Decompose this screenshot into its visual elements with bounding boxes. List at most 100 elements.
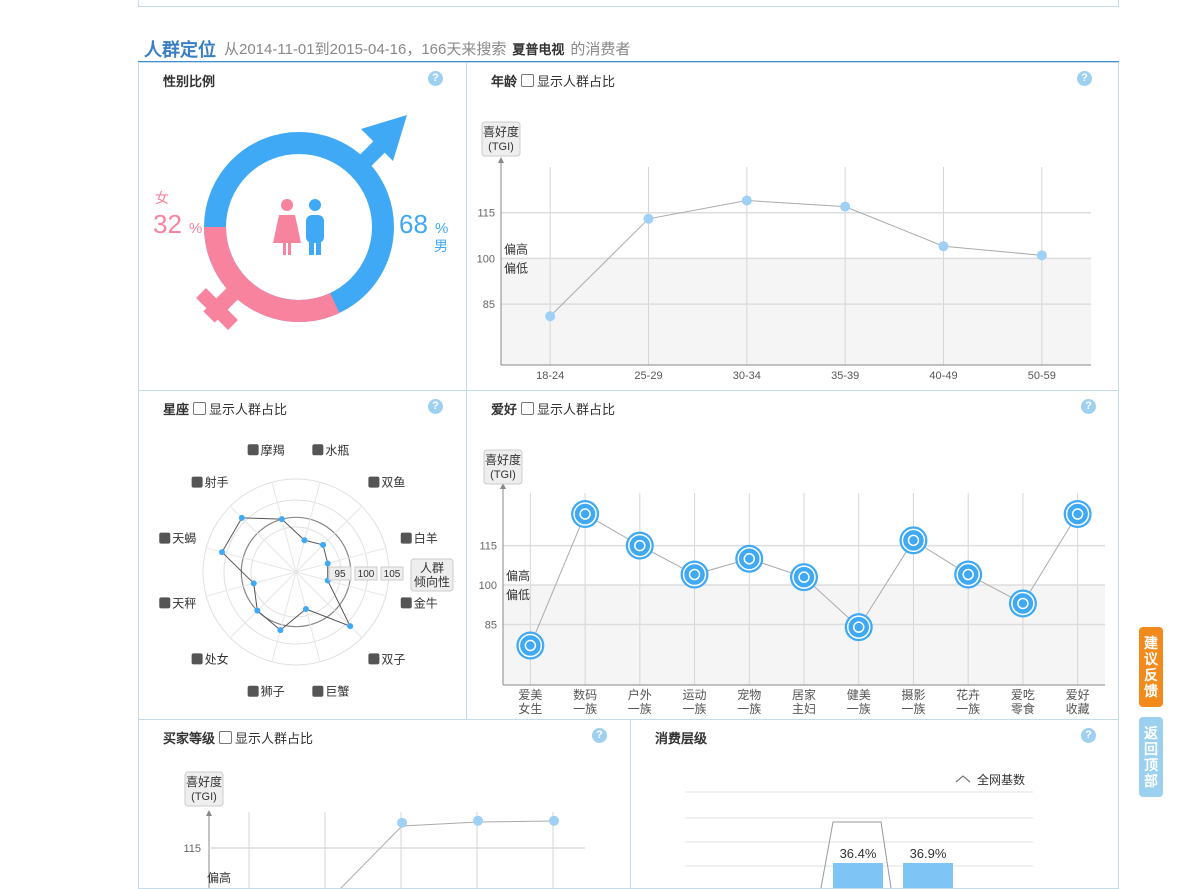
tgi-label-line2: (TGI) xyxy=(490,469,516,481)
radar-point xyxy=(277,627,284,634)
legend-label: 全网基数 xyxy=(977,772,1025,787)
bar-value: 36.4% xyxy=(840,846,877,861)
zodiac-sign-icon xyxy=(159,597,171,609)
y-axis-arrow xyxy=(498,157,504,163)
x-tick-label: 爱美 xyxy=(518,688,542,702)
female-unit: % xyxy=(189,220,202,237)
x-tick-label: 健美 xyxy=(847,688,871,702)
data-point xyxy=(844,613,873,642)
consume-chart: 全网基数 36.4% 36.9% xyxy=(685,772,1033,888)
data-point xyxy=(549,815,559,826)
age-chart: 85 100 115 喜好度 (TGI) 偏高偏低 18-24 25-29 30-34 35-39… xyxy=(477,121,1091,382)
male-figure-leg-icon xyxy=(309,241,314,255)
buyer-panel: 买家等级 显示人群占比 ? 喜好度 (TGI) 115 偏高 xyxy=(138,719,632,889)
y-tick-label: 100 xyxy=(479,580,497,592)
tgi-label-line1: 喜好度 xyxy=(186,774,222,789)
x-tick-label: 收藏 xyxy=(1066,702,1090,716)
data-point xyxy=(545,311,556,322)
section-title: 人群定位 xyxy=(144,40,216,60)
x-tick-label: 宠物 xyxy=(737,687,761,702)
x-tick-label: 30-34 xyxy=(733,370,761,382)
x-tick-label: 零食 xyxy=(1011,701,1035,716)
zodiac-label: 巨蟹 xyxy=(325,684,349,699)
data-point xyxy=(1008,589,1037,618)
radar-point xyxy=(254,607,261,614)
zodiac-panel: 星座 显示人群占比 ? 水瓶 双鱼 白羊 金牛 双子 巨蟹 狮子 处女 天秤 天蝎 射手 摩羯 95 10… xyxy=(138,390,468,720)
data-point xyxy=(840,201,851,212)
buyer-chart: 喜好度 (TGI) 115 偏高 xyxy=(183,771,585,888)
x-tick-label: 18-24 xyxy=(536,370,564,382)
x-tick-label: 居家 xyxy=(792,687,816,702)
y-axis-arrow xyxy=(206,810,212,816)
age-panel: 年龄 显示人群占比 ? 85 100 115 喜好度 (TGI) 偏高 偏低 18-24 25-… xyxy=(466,62,1119,391)
data-point xyxy=(1063,500,1092,529)
y-tick-label: 85 xyxy=(485,620,497,632)
low-label: 偏低 xyxy=(504,260,528,275)
x-tick-label: 花卉 xyxy=(956,687,980,702)
gender-chart: 女32% 68 %男 xyxy=(153,115,448,330)
ring-label: 105 xyxy=(384,569,401,580)
feedback-button[interactable]: 建议反馈 xyxy=(1139,627,1163,707)
data-point xyxy=(680,560,709,589)
legend-line-icon xyxy=(955,775,971,783)
zodiac-label: 天蝎 xyxy=(172,532,196,546)
high-label: 偏高 xyxy=(506,568,530,583)
tgi-label-line1: 喜好度 xyxy=(483,124,519,139)
zodiac-label: 摩羯 xyxy=(261,442,285,457)
male-figure-head-icon xyxy=(309,199,321,211)
hobby-panel: 爱好 显示人群占比 ? 85 100 115 喜好度 (TGI) 偏高 偏低 爱美 女生 数码 一族… xyxy=(466,390,1119,720)
data-point xyxy=(899,526,928,555)
gender-panel: 性别比例 ? 女 32% 68% 男 xyxy=(138,62,468,391)
male-figure-leg-icon xyxy=(316,241,321,255)
male-unit: % xyxy=(435,220,448,237)
zodiac-label: 白羊 xyxy=(414,531,438,546)
ring-title-line1: 人群 xyxy=(420,561,444,575)
radar-point xyxy=(219,549,226,556)
radar-point xyxy=(301,537,308,544)
radar-point xyxy=(278,516,285,523)
zodiac-label: 处女 xyxy=(205,651,229,666)
back-to-top-button[interactable]: 返回顶部 xyxy=(1139,717,1163,797)
desc-prefix: 从2014-11-01到2015-04-16，166天来搜索 xyxy=(224,41,507,58)
x-tick-label: 女生 xyxy=(518,701,542,716)
x-tick-label: 户外 xyxy=(628,687,652,702)
radar-point xyxy=(347,623,354,630)
section-desc: 从2014-11-01到2015-04-16，166天来搜索 夏普电视 的消费者 xyxy=(224,38,630,59)
data-point xyxy=(735,544,764,573)
x-tick-label: 摄影 xyxy=(901,687,925,702)
radar-point xyxy=(324,560,331,567)
x-tick-label: 一族 xyxy=(573,702,597,716)
male-figure-body-icon xyxy=(306,215,324,243)
zodiac-sign-icon xyxy=(159,532,171,544)
zodiac-sign-icon xyxy=(400,597,412,609)
data-point xyxy=(938,241,949,252)
x-tick-label: 40-49 xyxy=(929,370,957,382)
high-label: 偏高 xyxy=(504,241,528,256)
female-value: 32 xyxy=(153,209,182,239)
zodiac-sign-icon xyxy=(312,444,324,456)
high-label: 偏高 xyxy=(207,870,231,885)
y-tick-label: 85 xyxy=(483,299,495,311)
y-tick-label: 100 xyxy=(477,253,495,265)
bar-value: 36.9% xyxy=(910,846,947,861)
female-figure-head-icon xyxy=(281,199,293,211)
x-tick-label: 25-29 xyxy=(634,370,662,382)
radar-point xyxy=(302,605,309,612)
data-point xyxy=(516,631,545,660)
zodiac-label: 双子 xyxy=(381,652,405,666)
data-point xyxy=(954,560,983,589)
x-tick-label: 一族 xyxy=(737,702,761,716)
female-label: 女 xyxy=(155,190,169,206)
x-tick-label: 35-39 xyxy=(831,370,859,382)
low-label: 偏低 xyxy=(506,587,530,602)
tgi-label-line1: 喜好度 xyxy=(485,452,521,467)
data-point xyxy=(397,817,407,828)
tgi-label-line2: (TGI) xyxy=(191,791,217,803)
x-tick-label: 主妇 xyxy=(792,702,816,716)
desc-suffix: 的消费者 xyxy=(570,41,631,58)
data-point xyxy=(790,563,818,592)
zodiac-sign-icon xyxy=(368,476,380,488)
x-tick-label: 一族 xyxy=(628,702,652,716)
zodiac-sign-icon xyxy=(191,653,203,665)
top-panel-edge xyxy=(138,0,1119,7)
